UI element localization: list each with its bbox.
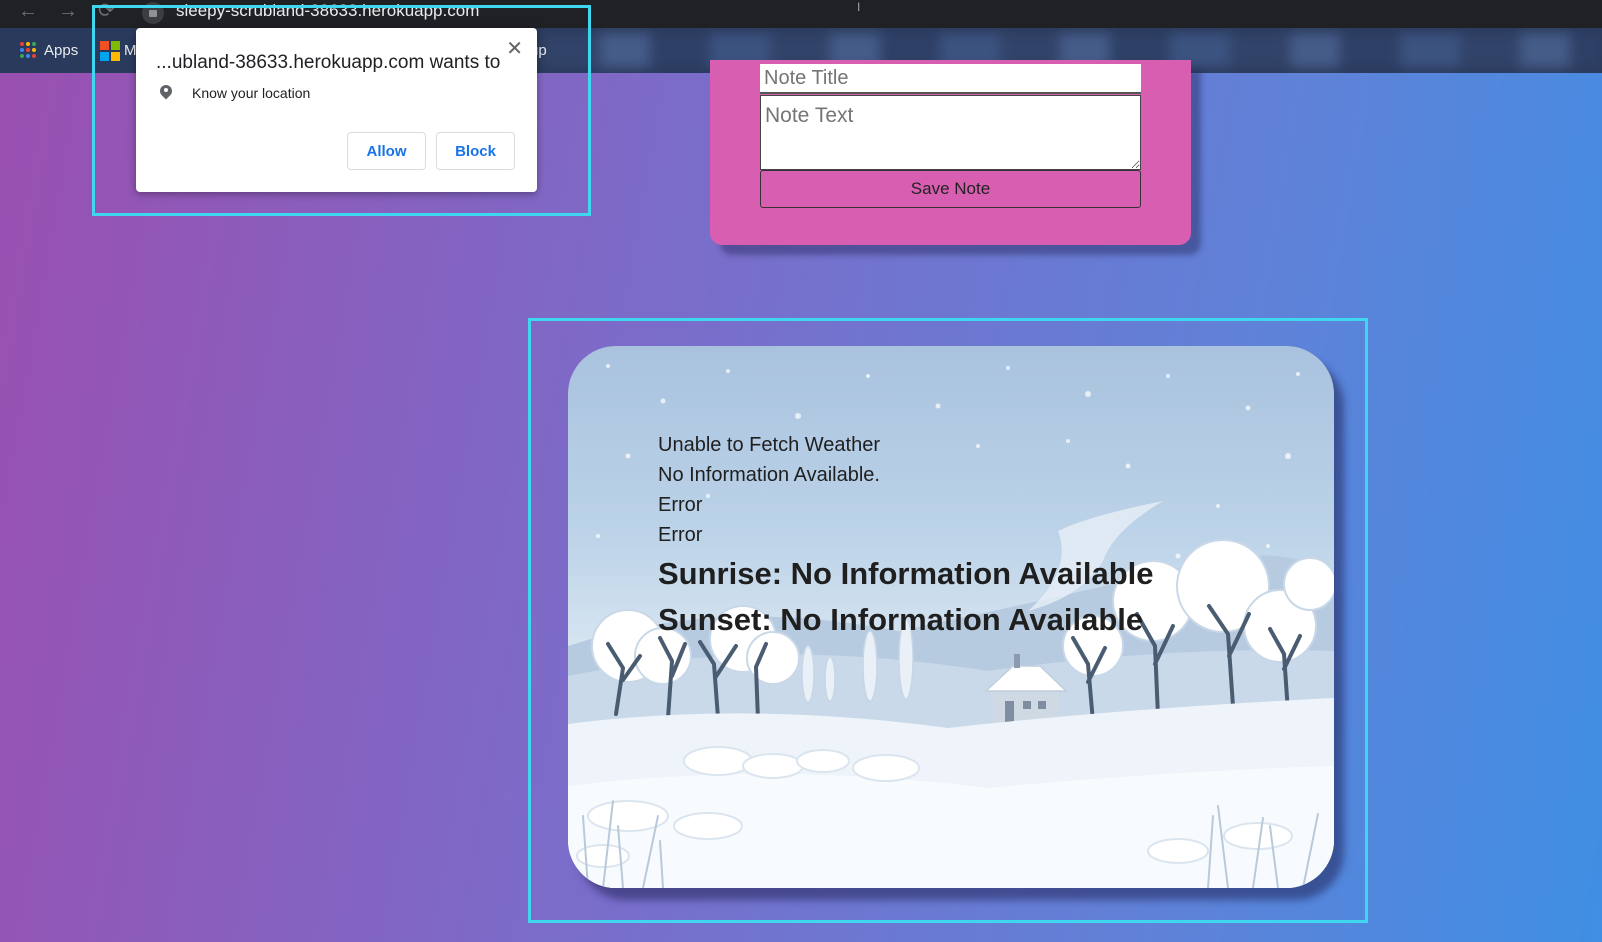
note-text-area[interactable] — [760, 95, 1141, 170]
apps-label: Apps — [44, 41, 79, 59]
note-card: Save Note — [710, 60, 1191, 245]
apps-bookmark[interactable]: Apps — [20, 38, 78, 62]
text-cursor-icon: I — [857, 0, 861, 14]
popup-highlight-box — [92, 5, 591, 216]
back-arrow-icon[interactable]: ← — [18, 0, 38, 24]
apps-grid-icon — [20, 42, 36, 58]
forward-arrow-icon[interactable]: → — [58, 0, 78, 24]
weather-card-highlight-box — [528, 318, 1368, 923]
note-title-input[interactable] — [760, 64, 1141, 94]
save-note-button[interactable]: Save Note — [760, 170, 1141, 208]
